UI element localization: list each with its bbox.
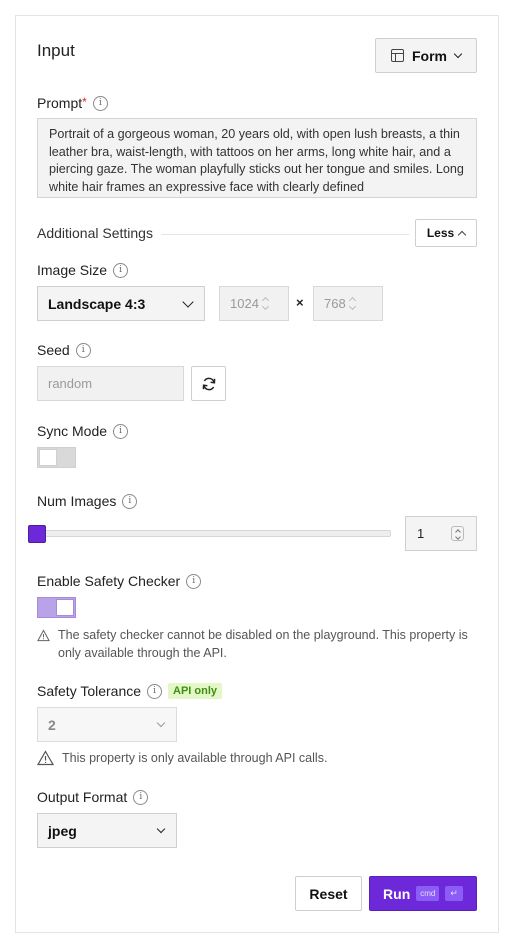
run-label: Run: [383, 885, 411, 902]
stepper-icon[interactable]: [451, 526, 464, 541]
refresh-icon: [202, 377, 215, 390]
width-value: 1024: [230, 296, 259, 311]
stepper-icon: [348, 296, 356, 311]
num-images-label: Num Images: [37, 493, 117, 509]
prompt-textarea[interactable]: Portrait of a gorgeous woman, 20 years o…: [37, 118, 477, 198]
kbd-cmd: cmd: [416, 886, 440, 901]
run-button[interactable]: Run cmd ↵: [369, 876, 477, 911]
warning-icon: [37, 750, 54, 766]
info-icon[interactable]: i: [147, 683, 163, 699]
num-images-slider-track[interactable]: [37, 530, 391, 537]
seed-label: Seed: [37, 342, 70, 358]
sync-mode-label: Sync Mode: [37, 423, 108, 439]
safety-tolerance-value: 2: [48, 716, 56, 733]
api-only-badge: API only: [168, 683, 223, 699]
chevron-down-icon: [156, 718, 166, 727]
image-size-select[interactable]: Landscape 4:3: [37, 286, 205, 321]
toggle-knob: [39, 449, 57, 466]
height-value: 768: [324, 296, 346, 311]
num-images-input[interactable]: 1: [405, 516, 477, 551]
prompt-label: Prompt: [37, 95, 83, 111]
safety-checker-toggle[interactable]: [37, 597, 76, 618]
panel-title: Input: [37, 41, 75, 60]
chevron-up-icon: [457, 230, 467, 239]
chevron-down-icon: [156, 824, 166, 833]
input-panel: Input Form Prompt * i Portrait of a gorg…: [15, 15, 499, 933]
warning-icon: [37, 629, 50, 642]
num-images-slider-handle[interactable]: [28, 525, 46, 543]
info-icon[interactable]: i: [133, 789, 149, 805]
seed-label-row: Seed i: [37, 342, 91, 358]
less-label: Less: [426, 226, 455, 240]
image-size-label: Image Size: [37, 262, 108, 278]
output-format-value: jpeg: [48, 822, 77, 839]
safety-tolerance-warning: This property is only available through …: [37, 749, 477, 767]
safety-checker-label: Enable Safety Checker: [37, 573, 181, 589]
height-input[interactable]: 768: [313, 286, 383, 321]
sync-mode-label-row: Sync Mode i: [37, 423, 129, 439]
safety-checker-warning: The safety checker cannot be disabled on…: [37, 626, 477, 662]
reset-label: Reset: [309, 885, 348, 902]
info-icon[interactable]: i: [186, 573, 202, 589]
seed-input[interactable]: random: [37, 366, 184, 401]
less-toggle-button[interactable]: Less: [415, 219, 477, 247]
stepper-icon: [261, 296, 269, 311]
refresh-seed-button[interactable]: [191, 366, 226, 401]
sync-mode-toggle[interactable]: [37, 447, 76, 468]
chevron-down-icon: [182, 295, 194, 308]
safety-tolerance-select[interactable]: 2: [37, 707, 177, 742]
reset-button[interactable]: Reset: [295, 876, 362, 911]
safety-tolerance-label-row: Safety Tolerance i API only: [37, 683, 223, 699]
output-format-label: Output Format: [37, 789, 128, 805]
safety-tolerance-warning-text: This property is only available through …: [62, 751, 328, 765]
chevron-down-icon: [453, 49, 463, 58]
safety-checker-warning-text: The safety checker cannot be disabled on…: [58, 628, 468, 660]
width-input[interactable]: 1024: [219, 286, 289, 321]
seed-placeholder: random: [48, 376, 93, 391]
info-icon[interactable]: i: [113, 262, 129, 278]
info-icon[interactable]: i: [122, 493, 138, 509]
times-sign: ×: [296, 295, 304, 310]
image-size-label-row: Image Size i: [37, 262, 129, 278]
form-mode-label: Form: [412, 47, 447, 64]
info-icon[interactable]: i: [92, 95, 108, 111]
toggle-knob: [56, 599, 74, 616]
form-mode-button[interactable]: Form: [375, 38, 477, 73]
num-images-label-row: Num Images i: [37, 493, 138, 509]
additional-settings-label: Additional Settings: [37, 225, 153, 241]
required-mark: *: [82, 95, 87, 109]
output-format-select[interactable]: jpeg: [37, 813, 177, 848]
divider: [161, 234, 409, 235]
safety-checker-label-row: Enable Safety Checker i: [37, 573, 202, 589]
info-icon[interactable]: i: [75, 342, 91, 358]
safety-tolerance-label: Safety Tolerance: [37, 683, 142, 699]
kbd-enter: ↵: [445, 886, 463, 901]
form-layout-icon: [391, 49, 404, 62]
info-icon[interactable]: i: [113, 423, 129, 439]
prompt-label-row: Prompt * i: [37, 95, 108, 111]
output-format-label-row: Output Format i: [37, 789, 149, 805]
num-images-value: 1: [417, 526, 425, 541]
image-size-value: Landscape 4:3: [48, 295, 146, 312]
